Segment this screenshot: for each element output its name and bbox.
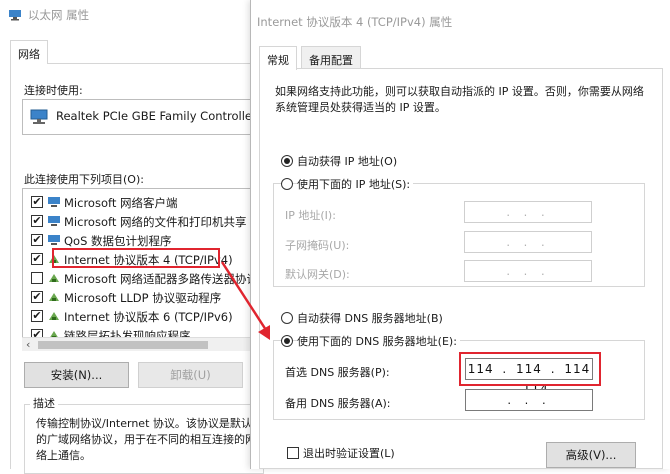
protocol-icon <box>49 293 59 301</box>
tab-general[interactable]: 常规 <box>259 46 297 70</box>
highlight-box <box>459 352 601 386</box>
ipv4-properties-window: Internet 协议版本 4 (TCP/IPv4) 属性 常规 备用配置 如果… <box>250 0 670 469</box>
file-share-icon <box>48 216 60 226</box>
list-item[interactable]: ✔ Microsoft 网络的文件和打印机共享 <box>23 212 257 231</box>
validate-on-exit-checkbox[interactable] <box>287 447 299 459</box>
horizontal-scrollbar[interactable]: ‹ <box>22 337 258 351</box>
auto-ip-label: 自动获得 IP 地址(O) <box>297 155 398 168</box>
subnet-mask-input[interactable]: . . . <box>464 231 592 253</box>
list-item-label: Internet 协议版本 6 (TCP/IPv6) <box>64 310 233 324</box>
window-title: Internet 协议版本 4 (TCP/IPv4) 属性 <box>257 15 453 29</box>
validate-on-exit-label: 退出时验证设置(L) <box>303 447 395 460</box>
highlight-box <box>52 248 220 268</box>
list-item[interactable]: ✔ Microsoft 网络客户端 <box>23 193 257 212</box>
gateway-input[interactable]: . . . <box>464 260 592 282</box>
ethernet-properties-window: 以太网 属性 网络 连接时使用: Realtek PCIe GBE Family… <box>0 0 264 474</box>
manual-ip-label: 使用下面的 IP 地址(S): <box>297 176 414 192</box>
network-adapter-icon <box>30 109 48 124</box>
checkbox[interactable] <box>31 272 43 284</box>
items-label: 此连接使用下列项目(O): <box>24 173 144 186</box>
description-text: 传输控制协议/Internet 协议。该协议是默认的广域网络协议，用于在不同的相… <box>36 417 256 462</box>
manual-dns-label: 使用下面的 DNS 服务器地址(E): <box>297 333 460 349</box>
alternate-dns-label: 备用 DNS 服务器(A): <box>285 397 391 410</box>
list-item[interactable]: Microsoft 网络适配器多路传送器协议 <box>23 269 258 288</box>
auto-ip-radio[interactable] <box>281 155 293 167</box>
description-title: 描述 <box>30 395 58 411</box>
list-item-label: QoS 数据包计划程序 <box>64 234 172 248</box>
manual-dns-radio[interactable] <box>281 335 293 347</box>
title-bar: 以太网 属性 <box>0 0 258 30</box>
component-list[interactable]: ✔ Microsoft 网络客户端 ✔ Microsoft 网络的文件和打印机共… <box>22 188 258 350</box>
auto-dns-radio[interactable] <box>281 312 293 324</box>
protocol-icon <box>49 312 59 320</box>
auto-dns-label: 自动获得 DNS 服务器地址(B) <box>297 312 443 325</box>
checkbox[interactable]: ✔ <box>31 215 43 227</box>
list-item[interactable]: ✔ Internet 协议版本 6 (TCP/IPv6) <box>23 307 257 326</box>
alternate-dns-input[interactable]: . . . <box>465 389 593 411</box>
checkbox[interactable]: ✔ <box>31 291 43 303</box>
ip-address-label: IP 地址(I): <box>285 209 336 222</box>
adapter-field: Realtek PCIe GBE Family Controller <box>22 99 258 135</box>
list-item[interactable]: ✔ Microsoft LLDP 协议驱动程序 <box>23 288 257 307</box>
scroll-thumb[interactable] <box>38 341 208 349</box>
list-item-label: Microsoft LLDP 协议驱动程序 <box>64 291 222 305</box>
checkbox[interactable]: ✔ <box>31 310 43 322</box>
checkbox[interactable]: ✔ <box>31 253 43 265</box>
list-item-label: Microsoft 网络的文件和打印机共享 <box>64 215 247 229</box>
preferred-dns-label: 首选 DNS 服务器(P): <box>285 366 390 379</box>
advanced-button[interactable]: 高级(V)... <box>546 442 636 468</box>
checkbox[interactable]: ✔ <box>31 196 43 208</box>
network-client-icon <box>48 197 60 207</box>
adapter-name: Realtek PCIe GBE Family Controller <box>56 109 257 123</box>
tab-alternate-config[interactable]: 备用配置 <box>301 46 361 70</box>
connect-using-label: 连接时使用: <box>24 84 83 97</box>
subnet-mask-label: 子网掩码(U): <box>285 239 350 252</box>
ip-address-input[interactable]: . . . <box>464 201 592 223</box>
intro-text: 如果网络支持此功能，则可以获取自动指派的 IP 设置。否则，你需要从网络系统管理… <box>275 85 644 114</box>
window-title: 以太网 属性 <box>28 8 90 22</box>
list-item-label: Microsoft 网络适配器多路传送器协议 <box>64 272 258 286</box>
qos-icon <box>48 235 60 245</box>
manual-ip-radio[interactable] <box>281 178 293 190</box>
list-item-label: Microsoft 网络客户端 <box>64 196 178 210</box>
network-adapter-icon <box>9 10 21 21</box>
scroll-left-icon[interactable]: ‹ <box>26 338 30 351</box>
checkbox[interactable]: ✔ <box>31 234 43 246</box>
protocol-icon <box>49 274 59 282</box>
uninstall-button[interactable]: 卸载(U) <box>138 362 243 388</box>
tab-network[interactable]: 网络 <box>10 40 48 64</box>
gateway-label: 默认网关(D): <box>285 268 350 281</box>
install-button[interactable]: 安装(N)... <box>24 362 129 388</box>
